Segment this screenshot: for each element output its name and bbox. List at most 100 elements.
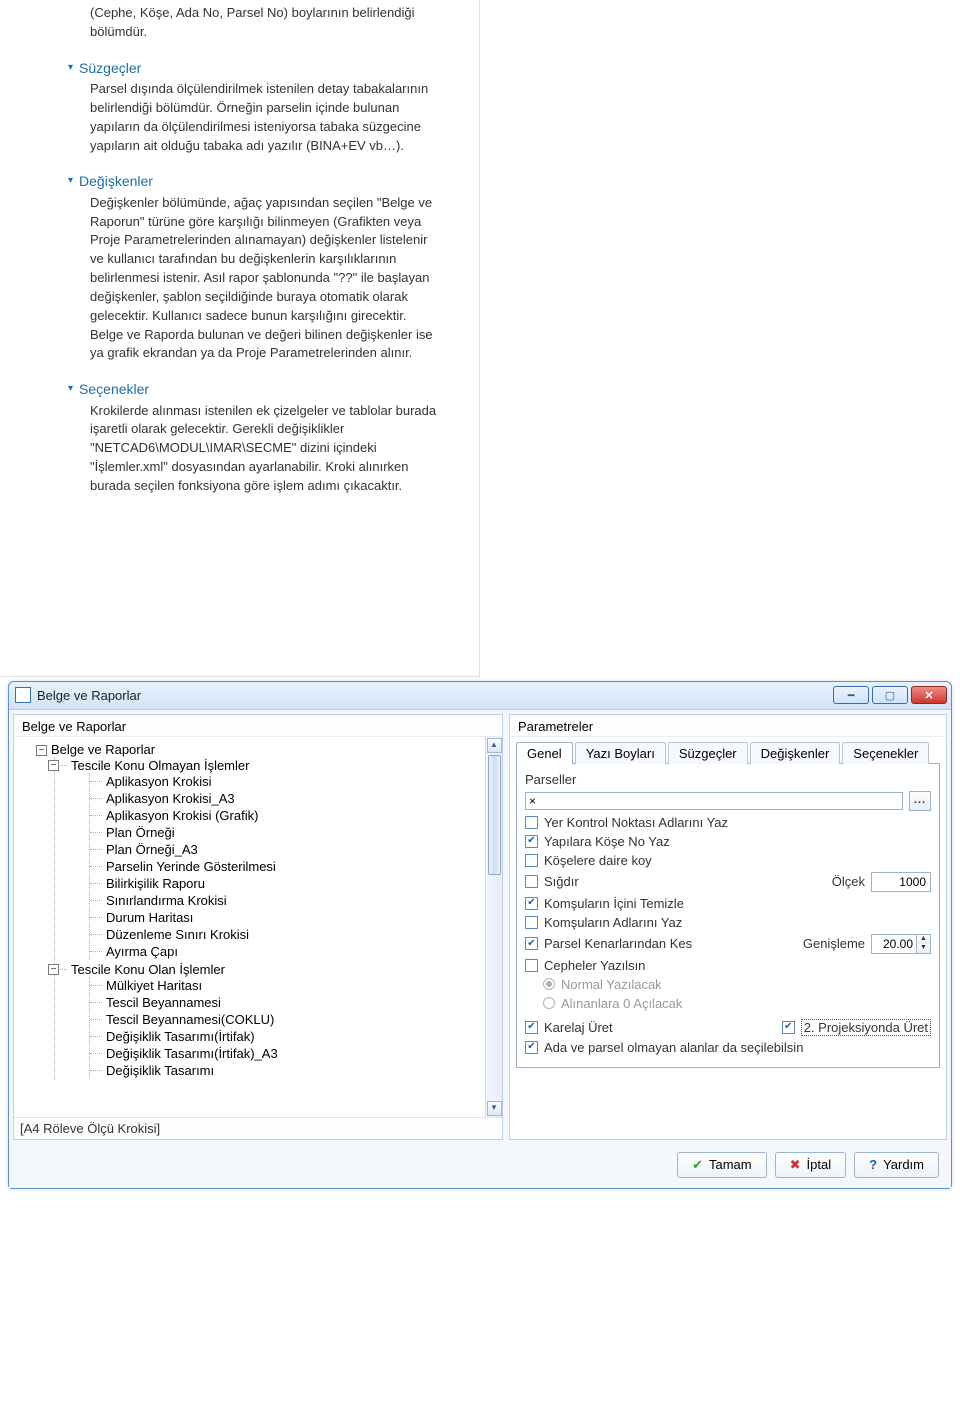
status-bar: [A4 Röleve Ölçü Krokisi] — [14, 1117, 502, 1139]
doc-section-degiskenler-title[interactable]: ▾ Değişkenler — [68, 171, 479, 191]
tree-item[interactable]: Değişiklik Tasarımı(İrtifak)_A3 — [90, 1045, 502, 1062]
doc-section-secenekler-body: Krokilerde alınması istenilen ek çizelge… — [0, 402, 479, 496]
checkbox-ada-parsel[interactable]: ✔ — [525, 1041, 538, 1054]
tab-genel-content: Parseller ... Yer Kontrol Noktası Adları… — [516, 763, 940, 1068]
label-normal-yazilacak: Normal Yazılacak — [561, 977, 662, 992]
chevron-down-icon: ▾ — [68, 61, 73, 76]
label-genisleme: Genişleme — [803, 936, 865, 951]
label-alinanlara-0: Alınanlara 0 Açılacak — [561, 996, 682, 1011]
label-yapilara-kose: Yapılara Köşe No Yaz — [544, 834, 670, 849]
tree-item[interactable]: Plan Örneği — [90, 824, 502, 841]
tree-item[interactable]: Durum Haritası — [90, 909, 502, 926]
tab-secenekler[interactable]: Seçenekler — [842, 742, 929, 764]
label-komsu-adlari: Komşuların Adlarını Yaz — [544, 915, 682, 930]
tree-root[interactable]: −Belge ve Raporlar − Tescile Konu Olmaya… — [20, 741, 502, 1081]
cancel-button[interactable]: ✖ İptal — [775, 1152, 846, 1178]
checkbox-karelaj[interactable]: ✔ — [525, 1021, 538, 1034]
close-button[interactable]: ✕ — [911, 686, 947, 704]
maximize-button[interactable]: ▢ — [872, 686, 908, 704]
checkbox-cepheler[interactable] — [525, 959, 538, 972]
scroll-up-button[interactable]: ▲ — [487, 738, 502, 753]
cancel-button-label: İptal — [807, 1157, 832, 1172]
tree-item[interactable]: Mülkiyet Haritası — [90, 977, 502, 994]
tree-item[interactable]: Değişiklik Tasarımı — [90, 1062, 502, 1079]
checkbox-yer-kontrol[interactable] — [525, 816, 538, 829]
parseller-label: Parseller — [525, 772, 931, 787]
tree-item[interactable]: Aplikasyon Krokisi_A3 — [90, 790, 502, 807]
label-parsel-kenar: Parsel Kenarlarından Kes — [544, 936, 797, 951]
label-sigdir: Sığdır — [544, 874, 826, 889]
checkbox-yapilara-kose[interactable]: ✔ — [525, 835, 538, 848]
documentation-pane: (Cephe, Köşe, Ada No, Parsel No) boyları… — [0, 0, 480, 677]
label-projeksiyon: 2. Projeksiyonda Üret — [801, 1019, 931, 1036]
scroll-thumb[interactable] — [488, 755, 501, 875]
checkbox-komsu-adlari[interactable] — [525, 916, 538, 929]
tree-item[interactable]: Sınırlandırma Krokisi — [90, 892, 502, 909]
label-koselere-daire: Köşelere daire koy — [544, 853, 652, 868]
tab-bar: Genel Yazı Boyları Süzgeçler Değişkenler… — [516, 741, 946, 763]
doc-title-text: Süzgeçler — [79, 58, 141, 78]
tree-group-label: Tescile Konu Olan İşlemler — [71, 962, 225, 977]
close-icon: ✖ — [790, 1157, 801, 1173]
checkbox-koselere-daire[interactable] — [525, 854, 538, 867]
tree-item[interactable]: Bilirkişilik Raporu — [90, 875, 502, 892]
spinner-down-icon[interactable]: ▼ — [917, 944, 930, 953]
titlebar[interactable]: Belge ve Raporlar ━ ▢ ✕ — [9, 682, 951, 710]
spinner-up-icon[interactable]: ▲ — [917, 935, 930, 944]
tree-scroll-area[interactable]: −Belge ve Raporlar − Tescile Konu Olmaya… — [14, 737, 502, 1117]
dialog-title: Belge ve Raporlar — [37, 688, 833, 703]
checkbox-sigdir[interactable] — [525, 875, 538, 888]
collapse-icon[interactable]: − — [48, 964, 59, 975]
parameters-pane: Parametreler Genel Yazı Boyları Süzgeçle… — [509, 714, 947, 1140]
doc-section-degiskenler-body: Değişkenler bölümünde, ağaç yapısından s… — [0, 194, 479, 364]
tree-pane-header: Belge ve Raporlar — [14, 715, 502, 737]
tree-item[interactable]: Ayırma Çapı — [90, 943, 502, 960]
radio-normal-yazilacak — [543, 978, 555, 990]
ok-button-label: Tamam — [709, 1157, 752, 1172]
tab-yazi-boylari[interactable]: Yazı Boyları — [575, 742, 666, 764]
checkbox-parsel-kenar[interactable]: ✔ — [525, 937, 538, 950]
tree-item[interactable]: Tescil Beyannamesi — [90, 994, 502, 1011]
tree-group[interactable]: − Tescile Konu Olan İşlemler Mülkiyet Ha… — [55, 961, 502, 1080]
label-karelaj: Karelaj Üret — [544, 1020, 776, 1035]
check-icon: ✔ — [692, 1157, 703, 1173]
help-button-label: Yardım — [883, 1157, 924, 1172]
tab-genel[interactable]: Genel — [516, 742, 573, 764]
tree-item[interactable]: Aplikasyon Krokisi — [90, 773, 502, 790]
doc-section-suzgecler-title[interactable]: ▾ Süzgeçler — [68, 58, 479, 78]
tree-item[interactable]: Parselin Yerinde Gösterilmesi — [90, 858, 502, 875]
genisleme-input[interactable] — [872, 935, 916, 953]
tree-group-label: Tescile Konu Olmayan İşlemler — [71, 758, 249, 773]
chevron-down-icon: ▾ — [68, 174, 73, 189]
button-bar: ✔ Tamam ✖ İptal ? Yardım — [9, 1144, 951, 1188]
ok-button[interactable]: ✔ Tamam — [677, 1152, 767, 1178]
tab-suzgecler[interactable]: Süzgeçler — [668, 742, 748, 764]
tree-group[interactable]: − Tescile Konu Olmayan İşlemler Aplikasy… — [55, 757, 502, 961]
tree-item[interactable]: Plan Örneği_A3 — [90, 841, 502, 858]
chevron-down-icon: ▾ — [68, 382, 73, 397]
parseller-input[interactable] — [525, 792, 903, 810]
tree-root-label: Belge ve Raporlar — [51, 742, 155, 757]
doc-title-text: Değişkenler — [79, 171, 153, 191]
tree-item[interactable]: Tescil Beyannamesi(COKLU) — [90, 1011, 502, 1028]
checkbox-projeksiyon[interactable]: ✔ — [782, 1021, 795, 1034]
tree-item[interactable]: Düzenleme Sınırı Krokisi — [90, 926, 502, 943]
minimize-button[interactable]: ━ — [833, 686, 869, 704]
genisleme-spinner[interactable]: ▲ ▼ — [871, 934, 931, 954]
doc-title-text: Seçenekler — [79, 379, 149, 399]
olcek-input[interactable] — [871, 872, 931, 892]
collapse-icon[interactable]: − — [48, 760, 59, 771]
scroll-down-button[interactable]: ▼ — [487, 1101, 502, 1116]
tab-degiskenler[interactable]: Değişkenler — [750, 742, 841, 764]
scrollbar[interactable]: ▲ ▼ — [485, 737, 502, 1117]
radio-alinanlara-0 — [543, 997, 555, 1009]
tree-item[interactable]: Değişiklik Tasarımı(İrtifak) — [90, 1028, 502, 1045]
help-button[interactable]: ? Yardım — [854, 1152, 939, 1178]
collapse-icon[interactable]: − — [36, 745, 47, 756]
doc-section-suzgecler-body: Parsel dışında ölçülendirilmek istenilen… — [0, 80, 479, 155]
label-yer-kontrol: Yer Kontrol Noktası Adlarını Yaz — [544, 815, 728, 830]
doc-section-secenekler-title[interactable]: ▾ Seçenekler — [68, 379, 479, 399]
parseller-browse-button[interactable]: ... — [909, 791, 931, 811]
tree-item[interactable]: Aplikasyon Krokisi (Grafik) — [90, 807, 502, 824]
checkbox-komsu-temizle[interactable]: ✔ — [525, 897, 538, 910]
